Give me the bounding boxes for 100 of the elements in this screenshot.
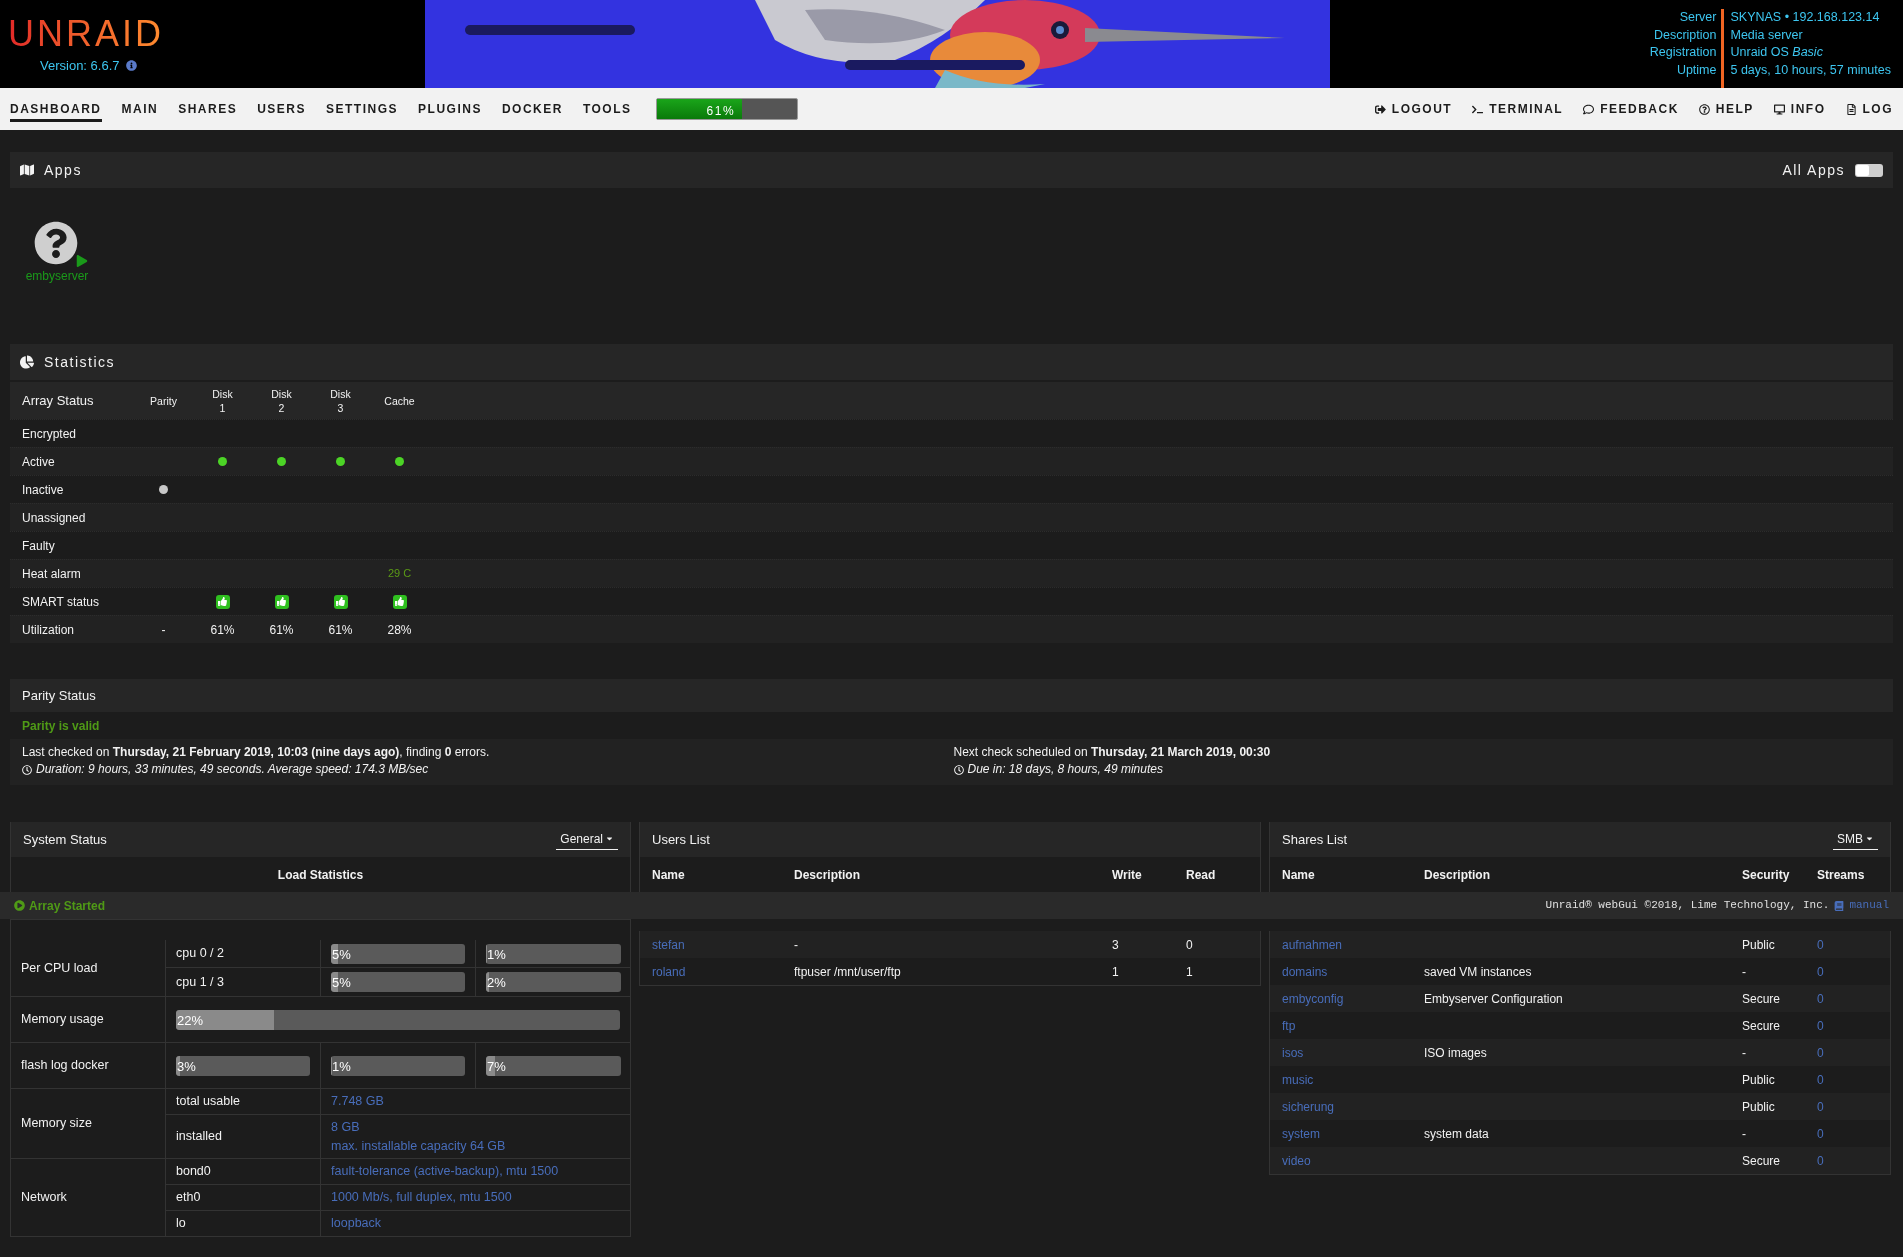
column-header: Disk 3 [329,386,352,415]
info-icon[interactable] [125,60,137,72]
streams-link[interactable]: 0 [1817,1043,1878,1062]
share-link[interactable]: video [1282,1151,1424,1170]
item-value: 1000 Mb/s, full duplex, mtu 1500 [331,1189,513,1206]
row-label: Encrypted [22,425,78,443]
map-icon [20,163,34,177]
table-cell-text: 0 [1186,936,1194,954]
nav-tab[interactable]: SETTINGS [326,96,399,122]
streams-link[interactable]: 0 [1817,1070,1878,1089]
share-link[interactable]: sicherung [1282,1097,1424,1116]
table-cell-text: - [794,936,799,954]
dropdown[interactable]: SMB [1833,829,1878,850]
table-cell-text: Secure [1742,1152,1782,1170]
table-cell-text: 1 [1112,963,1120,981]
streams-link[interactable]: 0 [1817,962,1878,981]
thumbs-up-icon [333,594,348,609]
column-header: Description [1424,866,1491,884]
share-link[interactable]: isos [1282,1043,1424,1062]
toggle-label: All Apps [1782,160,1845,180]
table-cell-text: saved VM instances [1424,963,1533,981]
utilization-value: - [161,621,166,639]
progress-value: 1% [487,945,506,964]
progress-value: 7% [487,1057,506,1076]
speech-bubble-icon [1583,103,1595,115]
logout-icon [1374,103,1386,115]
panel-title: Users List [652,830,710,849]
nav-tab[interactable]: TOOLS [582,96,632,122]
panel-title: Shares List [1282,830,1348,849]
panel-title: System Status [23,830,107,849]
manual-link[interactable]: manual [1849,897,1889,914]
info-label: Description [1653,26,1717,44]
item-label: bond0 [166,1159,321,1184]
version-text: Version: 6.6.7 [40,57,120,75]
user-link[interactable]: roland [652,962,794,981]
thumbs-up-icon [392,594,407,609]
nav-action[interactable]: LOGOUT [1374,100,1453,118]
user-link[interactable]: stefan [652,935,794,954]
document-icon [1845,103,1857,115]
table-cell-text: 1 [1186,963,1194,981]
share-link[interactable]: embyconfig [1282,989,1424,1008]
temperature-value: 29 C [387,566,412,582]
share-link[interactable]: music [1282,1070,1424,1089]
item-value: 8 GB [331,1118,361,1136]
streams-link[interactable]: 0 [1817,935,1878,954]
monitor-icon [1773,103,1785,115]
item-label: installed [166,1114,321,1159]
panel-title: Parity Status [22,686,96,705]
progress-value: 1% [332,1057,351,1076]
terminal-icon [1472,103,1484,115]
info-value: SKYNAS • 192.168.123.14 [1730,9,1881,26]
utilization-value: 61% [328,621,353,639]
nav-action[interactable]: HELP [1698,100,1754,118]
table-cell-text: Public [1742,1098,1776,1116]
caret-icon [605,834,614,843]
share-link[interactable]: system [1282,1124,1424,1143]
streams-link[interactable]: 0 [1817,1124,1878,1143]
utilization-value: 61% [269,621,294,639]
row-label: Memory size [11,1089,166,1159]
nav-action[interactable]: FEEDBACK [1583,100,1679,118]
streams-link[interactable]: 0 [1817,989,1878,1008]
question-icon [34,221,78,265]
info-label: Registration [1649,44,1717,61]
table-cell-text: - [1742,963,1747,981]
parity-state: Parity is valid [22,717,100,735]
info-value: Media server [1730,26,1804,44]
clock-icon [953,764,964,775]
streams-link[interactable]: 0 [1817,1097,1878,1116]
nav-action[interactable]: LOG [1845,100,1893,118]
row-label: Utilization [22,621,76,639]
share-link[interactable]: ftp [1282,1016,1424,1035]
item-label: total usable [166,1089,321,1114]
nav-tab[interactable]: DASHBOARD [10,96,102,122]
last-check-text: Last checked on Thursday, 21 February 2019, 10:03 (nine days ago), finding 0 errors. [22,744,491,761]
book-icon [1834,900,1845,911]
row-label: SMART status [22,593,100,611]
row-label: Per CPU load [11,940,166,996]
progress-value: 22% [177,1011,204,1030]
cpu-label: cpu 1 / 3 [166,968,321,996]
nav-tab[interactable]: MAIN [121,96,159,122]
nav-action[interactable]: TERMINAL [1472,100,1564,118]
dropdown[interactable]: General [556,829,618,850]
item-value: loopback [331,1214,383,1232]
nav-tab[interactable]: PLUGINS [418,96,482,122]
share-link[interactable]: domains [1282,962,1424,981]
usage-value: 61% [706,103,736,120]
nav-tab[interactable]: DOCKER [501,96,563,122]
row-label: Memory usage [11,997,166,1042]
toggle-switch[interactable] [1855,163,1883,177]
streams-link[interactable]: 0 [1817,1151,1878,1170]
share-link[interactable]: aufnahmen [1282,935,1424,954]
column-header: Parity [149,393,178,408]
nav-tab[interactable]: USERS [257,96,307,122]
panel-title: Statistics [44,352,115,372]
column-header: Read [1186,866,1217,884]
nav-action[interactable]: INFO [1773,100,1826,118]
app-tile[interactable]: embyserver [22,221,92,281]
nav-tab[interactable]: SHARES [178,96,238,122]
info-label: Server [1679,9,1717,26]
streams-link[interactable]: 0 [1817,1016,1878,1035]
